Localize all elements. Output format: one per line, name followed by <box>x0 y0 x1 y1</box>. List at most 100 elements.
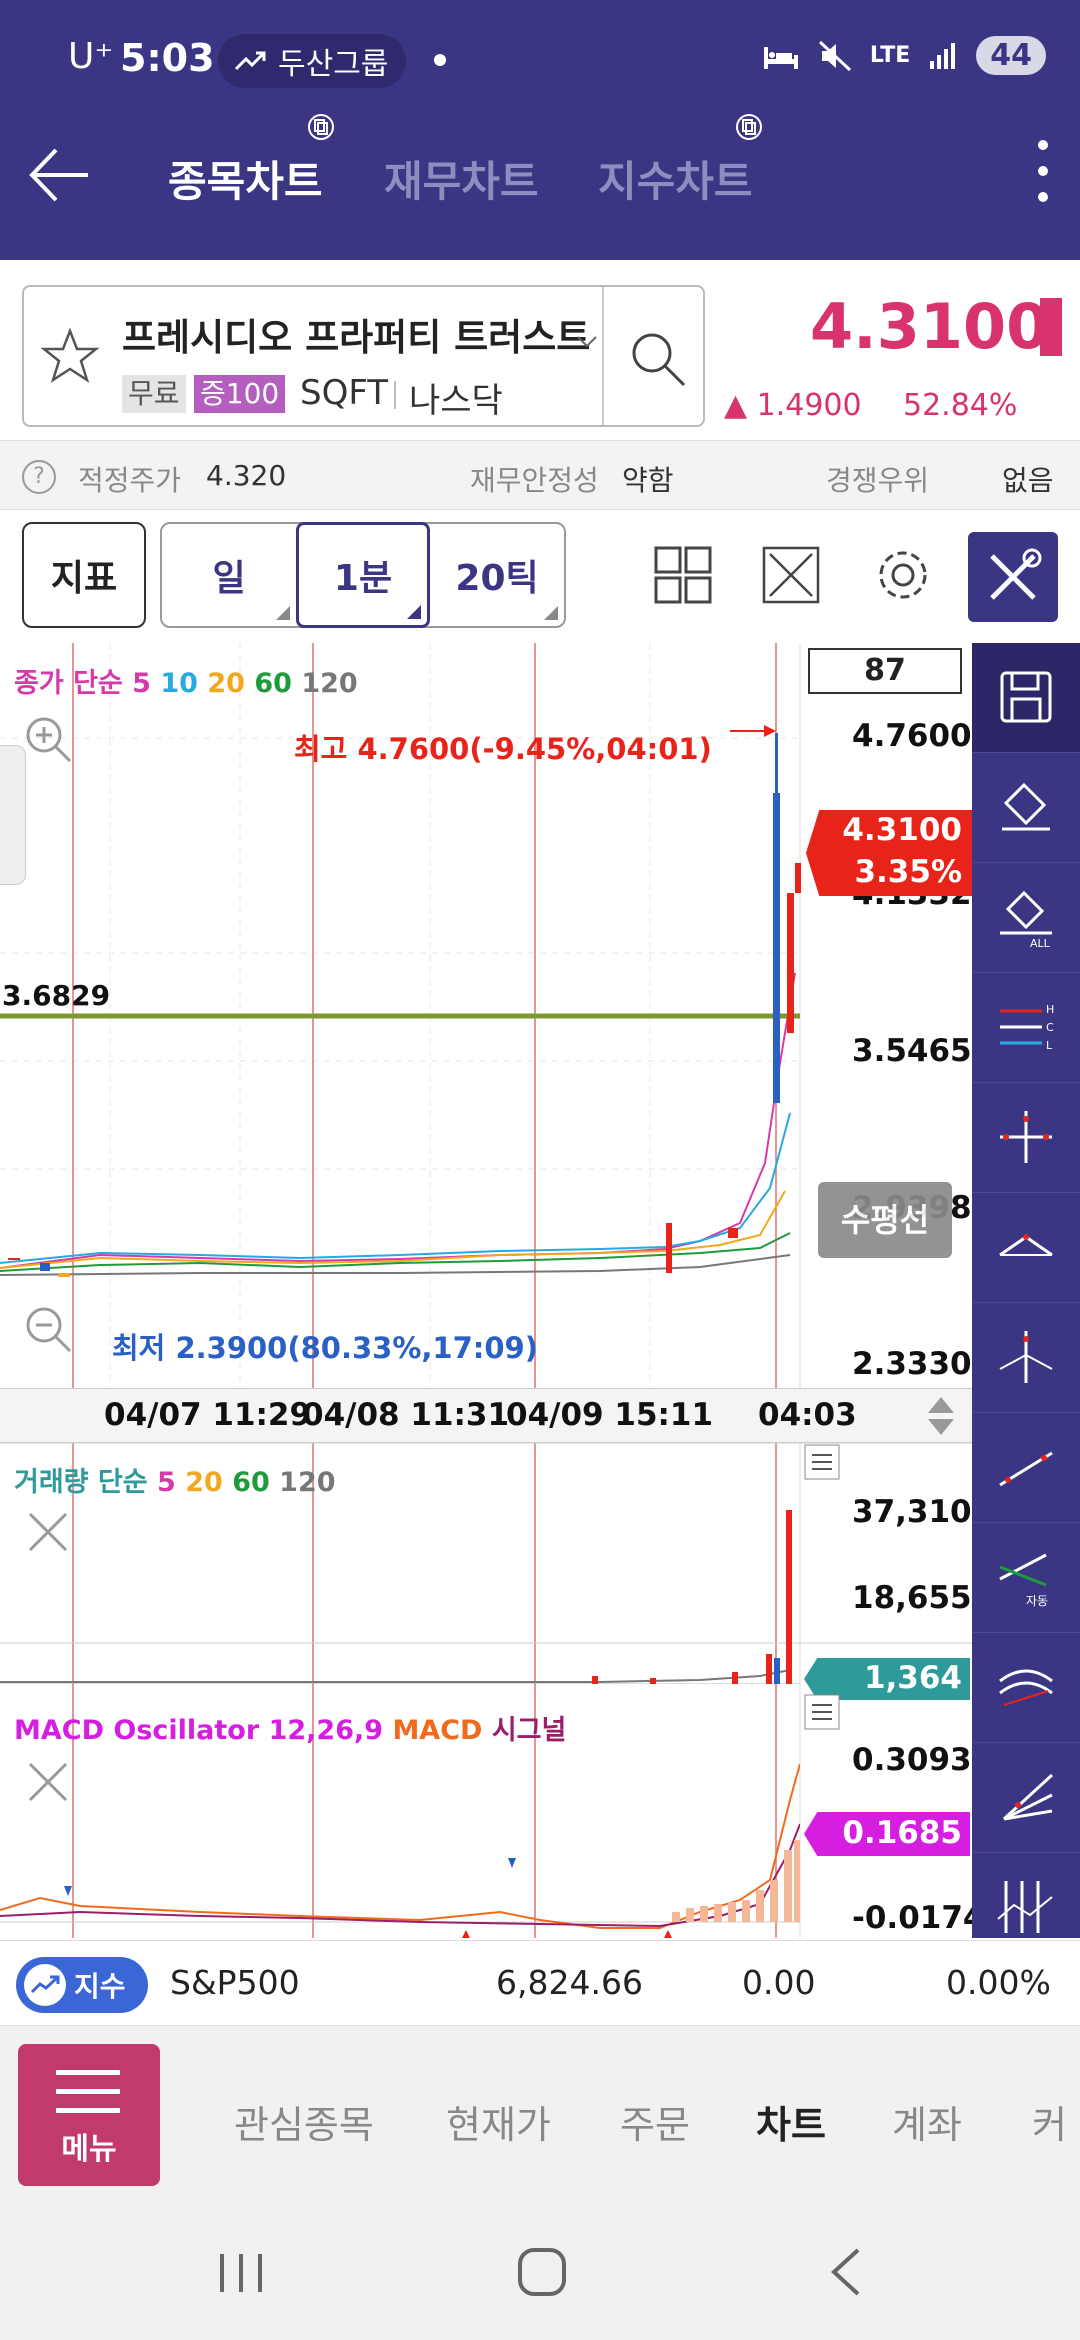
trend-up-icon <box>234 51 266 71</box>
nav-watchlist[interactable]: 관심종목 <box>234 2094 374 2149</box>
visible-count-box[interactable]: 87 <box>808 648 962 694</box>
candle <box>58 1273 70 1277</box>
help-icon[interactable]: ? <box>22 460 56 494</box>
index-change-pct: 0.00% <box>946 1963 1051 2002</box>
hlc-tool[interactable]: HCL <box>972 973 1080 1083</box>
auto-trend-tool[interactable]: 자동 <box>972 1523 1080 1633</box>
time-label: 04:03 <box>758 1397 857 1433</box>
group-chip[interactable]: 두산그룹 <box>218 34 407 88</box>
tab-financial-chart[interactable]: 재무차트 <box>384 148 539 209</box>
tab-index-chart[interactable]: 지수차트 <box>598 148 753 209</box>
index-ticker-bar[interactable]: 지수 S&P500 6,824.66 0.00 0.00% <box>0 1940 1080 2026</box>
index-tag: 증100 <box>194 375 286 413</box>
back-arrow-icon[interactable] <box>24 140 94 210</box>
menu-button[interactable]: 메뉴 <box>18 2044 160 2186</box>
period-day-label: 일 <box>212 558 246 599</box>
save-icon <box>1000 671 1052 723</box>
tools-wrench-icon <box>990 548 1042 600</box>
nav-quote[interactable]: 현재가 <box>446 2094 551 2149</box>
status-bar: U⁺ 5:03 두산그룹 LTE 44 <box>0 0 1080 120</box>
more-menu-icon[interactable] <box>1038 140 1050 218</box>
volume-bar <box>732 1672 738 1684</box>
volume-current-tag-value: 1,364 <box>863 1660 962 1696</box>
horizontal-line-tool[interactable] <box>972 1193 1080 1303</box>
volume-axis-label: 37,310 <box>852 1494 972 1530</box>
period-1min[interactable]: 1분 <box>296 522 430 628</box>
free-tag: 무료 <box>122 375 186 413</box>
back-nav-icon[interactable] <box>826 2246 866 2298</box>
signal-marker <box>664 1930 672 1938</box>
drawing-tools-button[interactable] <box>968 532 1058 622</box>
period-1min-label: 1분 <box>333 558 393 599</box>
signal-marker <box>462 1930 470 1938</box>
home-icon[interactable] <box>516 2246 568 2298</box>
price-marks <box>0 725 801 1277</box>
time-axis: 04/07 11:29 04/08 11:31 04/09 15:11 04:0… <box>0 1388 972 1443</box>
horizontal-line-button[interactable]: 수평선 <box>818 1182 952 1258</box>
current-price-tag-value: 4.3100 <box>842 812 962 848</box>
search-icon[interactable] <box>626 327 690 391</box>
settings-gear-icon[interactable] <box>872 544 934 606</box>
carrier-label: U⁺ <box>68 36 114 77</box>
svg-text:L: L <box>1046 1039 1053 1052</box>
fullscreen-icon[interactable] <box>760 544 822 606</box>
recent-apps-icon[interactable] <box>214 2250 268 2296</box>
group-chip-label: 두산그룹 <box>278 47 389 82</box>
index-pill[interactable]: 지수 <box>16 1957 148 2013</box>
crosshair-tool[interactable] <box>972 1083 1080 1193</box>
chevron-down-icon[interactable] <box>576 335 598 349</box>
eraser-all-icon: ALL <box>1000 890 1052 949</box>
tab-stock-chart[interactable]: 종목차트 <box>168 148 323 209</box>
candle <box>666 1223 672 1273</box>
status-icons: LTE 44 <box>762 36 1046 75</box>
fan-lines-icon <box>1002 1773 1054 1821</box>
star-icon[interactable] <box>40 327 100 387</box>
svg-text:ALL: ALL <box>1030 937 1051 949</box>
volume-ma-line <box>0 1669 791 1683</box>
arc-tool[interactable] <box>972 1633 1080 1743</box>
candle <box>40 1263 50 1271</box>
price-axis-label: 3.5465 <box>852 1033 972 1069</box>
app-header: U⁺ 5:03 두산그룹 LTE 44 종목차트 재무차트 지수차트 <box>0 0 1080 260</box>
volume-bar <box>650 1678 656 1684</box>
drawing-toolbar: ALL HCL 자동 <box>972 643 1080 1938</box>
save-tool[interactable] <box>972 643 1080 753</box>
stock-selector[interactable]: 프레시디오 프라퍼티 트러스트 무료 증100 SQFT 나스닥 <box>22 285 705 427</box>
signal-marker <box>64 1886 72 1896</box>
volume-bar <box>592 1676 598 1684</box>
nav-more[interactable]: 커 <box>1032 2094 1067 2149</box>
pane-menu-icon[interactable] <box>804 1444 840 1480</box>
bottom-nav: 메뉴 관심종목 현재가 주문 차트 계좌 커 <box>0 2026 1080 2206</box>
vertical-line-icon <box>999 1331 1053 1383</box>
nav-chart[interactable]: 차트 <box>756 2094 826 2149</box>
system-nav-bar <box>0 2206 1080 2340</box>
stability-label: 재무안정성 <box>470 464 599 497</box>
fan-tool[interactable] <box>972 1743 1080 1853</box>
auto-trend-icon: 자동 <box>999 1553 1048 1608</box>
time-label: 04/09 15:11 <box>506 1397 714 1433</box>
time-label: 04/07 11:29 <box>104 1397 312 1433</box>
grid-layout-icon[interactable] <box>652 544 714 606</box>
svg-text:C: C <box>1046 1021 1054 1034</box>
period-day[interactable]: 일 <box>162 524 296 626</box>
signal-marker <box>508 1858 516 1868</box>
fair-price-label: 적정주가 <box>78 464 182 497</box>
trend-peak-icon <box>999 1234 1053 1257</box>
nav-account[interactable]: 계좌 <box>892 2094 962 2149</box>
trendline-tool[interactable] <box>972 1413 1080 1523</box>
indicator-button[interactable]: 지표 <box>22 522 146 628</box>
network-label: LTE <box>869 43 911 68</box>
divider <box>602 287 604 425</box>
pane-menu-icon[interactable] <box>804 1694 840 1730</box>
svg-text:H: H <box>1046 1003 1054 1016</box>
price-axis-label: 4.7600 <box>852 718 972 754</box>
scroll-updown-icon[interactable] <box>926 1395 956 1437</box>
vertical-line-tool[interactable] <box>972 1303 1080 1413</box>
eraser-all-tool[interactable]: ALL <box>972 863 1080 973</box>
nav-order[interactable]: 주문 <box>620 2094 690 2149</box>
macd-marks <box>0 1763 800 1938</box>
volume-marks <box>0 1510 800 1684</box>
period-20tick[interactable]: 20틱 <box>430 524 564 626</box>
eraser-tool[interactable] <box>972 753 1080 863</box>
period-20tick-label: 20틱 <box>455 558 539 599</box>
